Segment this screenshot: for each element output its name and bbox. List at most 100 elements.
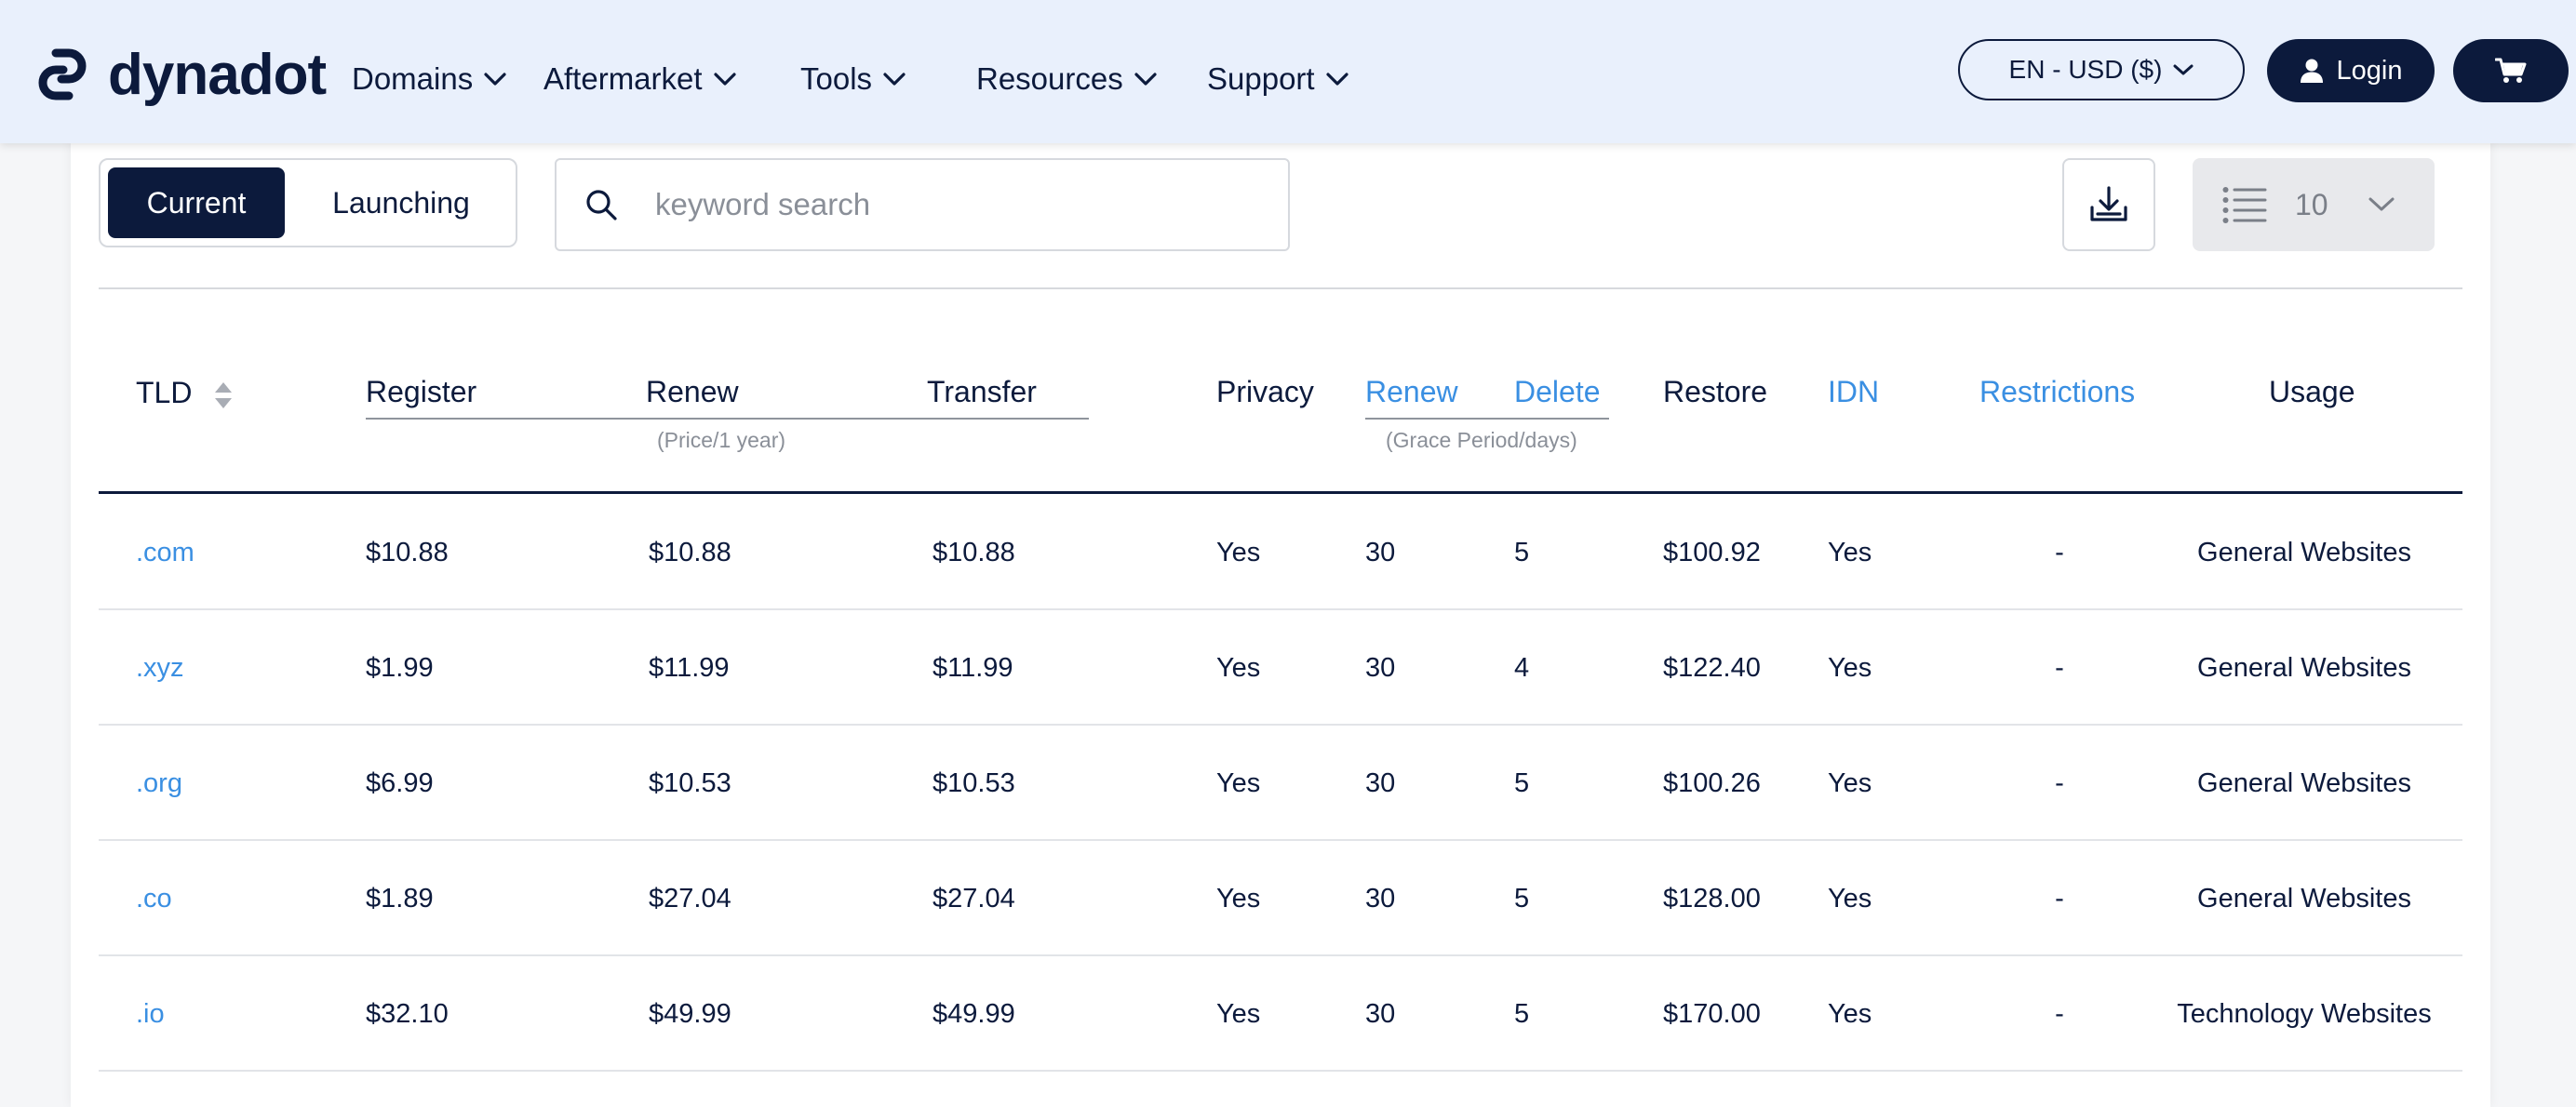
tld-link[interactable]: .org xyxy=(136,726,182,841)
chevron-down-icon xyxy=(883,73,906,86)
renew-price: $27.04 xyxy=(649,883,731,914)
register-price: $1.99 xyxy=(366,652,434,683)
cart-icon xyxy=(2495,58,2527,83)
column-header-renew: Renew xyxy=(646,375,739,408)
idn-value: Yes xyxy=(1828,883,1872,914)
transfer-price: $10.88 xyxy=(932,537,1015,567)
grace-renew-days: 30 xyxy=(1365,767,1396,798)
usage-value: General Websites xyxy=(2197,883,2411,914)
nav-tools-label: Tools xyxy=(800,61,873,96)
chevron-down-icon xyxy=(1134,73,1157,86)
dynadot-logo-icon xyxy=(38,48,87,100)
renew-price: $10.53 xyxy=(649,767,731,798)
column-header-register: Register xyxy=(366,375,477,408)
idn-value: Yes xyxy=(1828,767,1872,798)
login-label: Login xyxy=(2336,55,2403,86)
register-price: $6.99 xyxy=(366,767,434,798)
search-icon xyxy=(586,190,617,220)
privacy-value: Yes xyxy=(1216,998,1261,1029)
download-button[interactable] xyxy=(2062,158,2155,251)
chevron-down-icon xyxy=(713,73,736,86)
renew-price: $49.99 xyxy=(649,998,731,1029)
restrictions-value: - xyxy=(2055,998,2064,1029)
restrictions-value: - xyxy=(2055,767,2064,798)
chevron-down-icon xyxy=(484,73,506,86)
table-row: .io $32.10 $49.99 $49.99 Yes 30 5 $170.0… xyxy=(99,956,2462,1072)
renew-price: $10.88 xyxy=(649,537,731,567)
cart-button[interactable] xyxy=(2453,39,2569,102)
transfer-price: $11.99 xyxy=(932,652,1013,683)
nav-resources-label: Resources xyxy=(976,61,1123,96)
column-header-tld[interactable]: TLD xyxy=(136,378,234,410)
idn-value: Yes xyxy=(1828,998,1872,1029)
tab-current[interactable]: Current xyxy=(108,167,285,238)
column-header-usage: Usage xyxy=(2269,375,2355,408)
nav-tools[interactable]: Tools xyxy=(800,54,906,104)
privacy-value: Yes xyxy=(1216,767,1261,798)
table-row: .co $1.89 $27.04 $27.04 Yes 30 5 $128.00… xyxy=(99,841,2462,956)
privacy-value: Yes xyxy=(1216,537,1261,567)
privacy-value: Yes xyxy=(1216,883,1261,914)
grace-renew-days: 30 xyxy=(1365,537,1396,567)
restrictions-value: - xyxy=(2055,652,2064,683)
logo-text: dynadot xyxy=(108,42,327,107)
language-currency-label: EN - USD ($) xyxy=(2008,55,2163,84)
rows-per-page-select[interactable]: 10 xyxy=(2193,158,2435,251)
download-icon xyxy=(2090,186,2127,221)
column-header-idn[interactable]: IDN xyxy=(1828,377,1879,407)
tab-launching[interactable]: Launching xyxy=(298,167,504,238)
idn-value: Yes xyxy=(1828,652,1872,683)
transfer-price: $27.04 xyxy=(932,883,1015,914)
language-currency-button[interactable]: EN - USD ($) xyxy=(1958,39,2245,100)
top-navigation-bar: dynadot Domains Aftermarket Tools Resour… xyxy=(0,0,2576,143)
chevron-down-icon xyxy=(1325,73,1348,86)
usage-value: Technology Websites xyxy=(2177,998,2432,1029)
column-header-transfer: Transfer xyxy=(927,375,1037,408)
rows-per-page-value: 10 xyxy=(2295,187,2328,221)
price-period-note: (Price/1 year) xyxy=(657,428,786,452)
restore-price: $170.00 xyxy=(1663,998,1761,1029)
column-header-restrictions[interactable]: Restrictions xyxy=(1979,377,2135,407)
user-icon xyxy=(2300,59,2323,83)
search-input[interactable] xyxy=(653,186,1215,223)
restore-price: $128.00 xyxy=(1663,883,1761,914)
tld-link[interactable]: .io xyxy=(136,956,165,1072)
nav-aftermarket-label: Aftermarket xyxy=(543,61,703,96)
usage-value: General Websites xyxy=(2197,652,2411,683)
tld-status-toggle: Current Launching xyxy=(99,158,517,247)
nav-domains[interactable]: Domains xyxy=(352,54,506,104)
grace-renew-days: 30 xyxy=(1365,883,1396,914)
sort-icon[interactable] xyxy=(213,380,234,410)
grace-group-rule xyxy=(1365,418,1609,420)
table-row: .com $10.88 $10.88 $10.88 Yes 30 5 $100.… xyxy=(99,495,2462,610)
list-icon xyxy=(2222,187,2267,223)
nav-aftermarket[interactable]: Aftermarket xyxy=(543,54,736,104)
dynadot-logo[interactable]: dynadot xyxy=(28,39,327,110)
grace-period-note: (Grace Period/days) xyxy=(1386,428,1577,452)
grace-delete-days: 5 xyxy=(1514,883,1530,914)
transfer-price: $49.99 xyxy=(932,998,1015,1029)
restore-price: $122.40 xyxy=(1663,652,1761,683)
privacy-value: Yes xyxy=(1216,652,1261,683)
tld-link[interactable]: .co xyxy=(136,841,172,956)
column-header-grace-renew[interactable]: Renew xyxy=(1365,377,1458,407)
grace-delete-days: 5 xyxy=(1514,767,1530,798)
column-header-grace-delete[interactable]: Delete xyxy=(1514,377,1601,407)
grace-renew-days: 30 xyxy=(1365,652,1396,683)
tld-link[interactable]: .xyz xyxy=(136,610,184,726)
tld-link[interactable]: .com xyxy=(136,495,195,610)
keyword-search-box xyxy=(555,158,1290,251)
idn-value: Yes xyxy=(1828,537,1872,567)
nav-resources[interactable]: Resources xyxy=(976,54,1157,104)
grace-delete-days: 5 xyxy=(1514,537,1530,567)
transfer-price: $10.53 xyxy=(932,767,1015,798)
restrictions-value: - xyxy=(2055,537,2064,567)
column-header-privacy: Privacy xyxy=(1216,375,1314,408)
login-button[interactable]: Login xyxy=(2267,39,2435,102)
renew-price: $11.99 xyxy=(649,652,730,683)
grace-renew-days: 30 xyxy=(1365,998,1396,1029)
nav-support[interactable]: Support xyxy=(1207,54,1348,104)
usage-value: General Websites xyxy=(2197,767,2411,798)
table-row: .xyz $1.99 $11.99 $11.99 Yes 30 4 $122.4… xyxy=(99,610,2462,726)
nav-domains-label: Domains xyxy=(352,61,474,96)
